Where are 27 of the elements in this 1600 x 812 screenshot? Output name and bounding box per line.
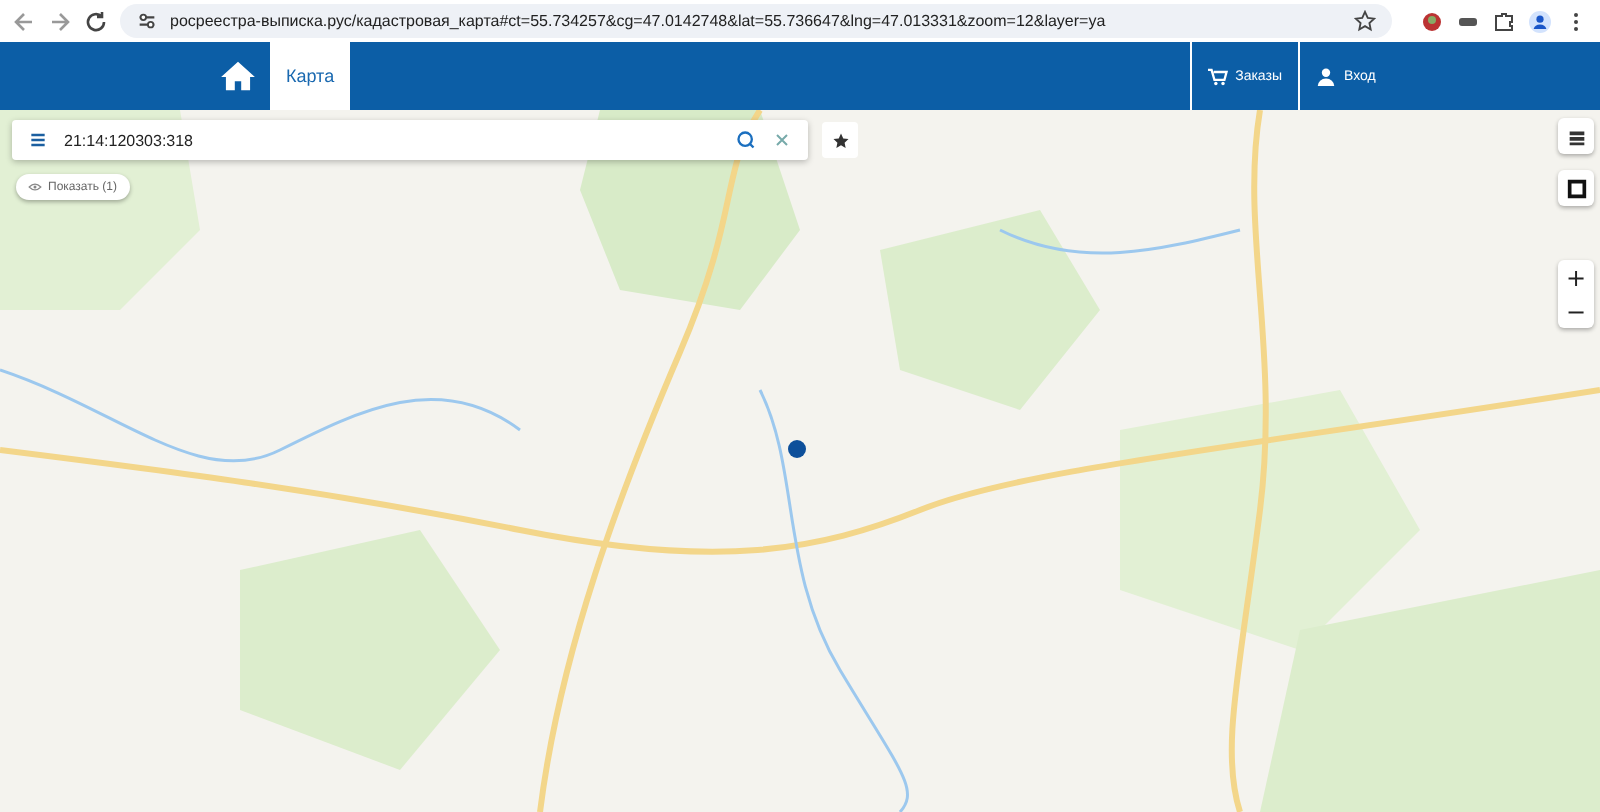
map-tab[interactable]: Карта xyxy=(270,42,351,110)
eye-icon xyxy=(28,182,42,192)
url-text: росреестра-выписка.рус/кадастровая_карта#ct=55.734257&cg=47.0142748&lat=55.736647&lng=47.013331&zoom=12&layer=ya xyxy=(170,12,1108,30)
extension-icon[interactable] xyxy=(1420,9,1444,33)
address-bar[interactable]: росреестра-выписка.рус/кадастровая_карта#ct=55.734257&cg=47.0142748&lat=55.736647&lng=47.013331&zoom=12&layer=ya xyxy=(120,4,1392,38)
menu-icon[interactable] xyxy=(28,130,48,150)
forward-icon[interactable] xyxy=(48,9,72,33)
cart-icon xyxy=(1207,67,1228,85)
reload-icon[interactable] xyxy=(84,9,108,33)
search-text: 21:14:120303:318 xyxy=(64,131,196,149)
back-icon[interactable] xyxy=(12,9,36,33)
close-icon[interactable] xyxy=(772,130,792,150)
search-field[interactable]: 21:14:120303:318 xyxy=(12,120,808,160)
zoom-in-button[interactable]: + xyxy=(1558,260,1594,294)
bookmark-star-icon[interactable] xyxy=(1354,10,1376,32)
star-icon xyxy=(831,131,849,149)
layers-button[interactable] xyxy=(1558,118,1594,154)
extensions-icon[interactable] xyxy=(1492,9,1516,33)
profile-avatar-icon[interactable] xyxy=(1528,9,1552,33)
square-icon xyxy=(1565,177,1587,199)
home-icon[interactable] xyxy=(220,60,256,92)
favorite-button[interactable] xyxy=(822,122,858,158)
search-icon[interactable] xyxy=(736,130,756,150)
zoom-out-button[interactable]: − xyxy=(1558,294,1594,328)
user-icon xyxy=(1316,67,1336,85)
frame-button[interactable] xyxy=(1558,170,1594,206)
site-settings-icon[interactable] xyxy=(136,10,158,32)
